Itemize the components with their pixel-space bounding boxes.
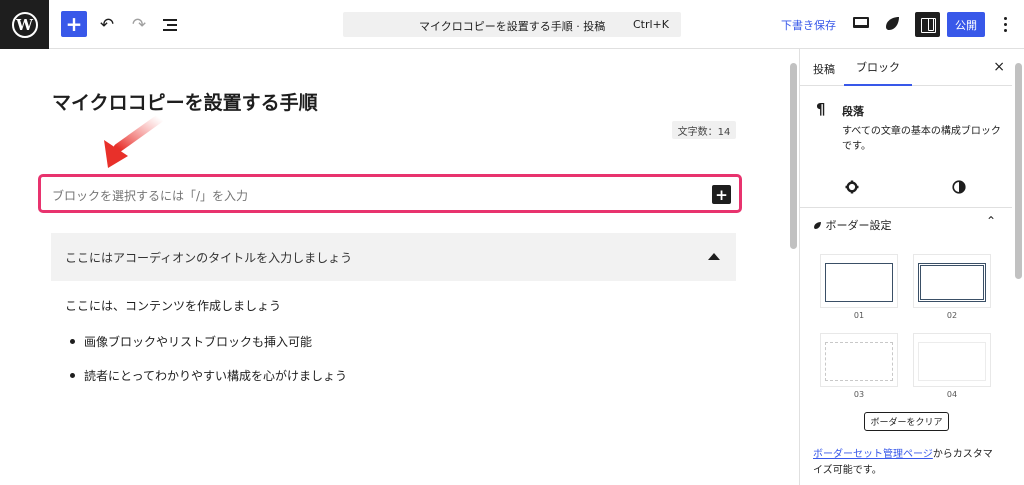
block-inserter-button[interactable]: +: [712, 185, 731, 204]
wordpress-logo-icon[interactable]: W: [0, 0, 49, 49]
block-card-title: 段落: [842, 105, 864, 118]
border-manage-link[interactable]: ボーダーセット管理ページ: [813, 449, 933, 460]
sidebar-tabs: 投稿 ブロック ×: [800, 49, 1013, 86]
gear-icon[interactable]: [845, 180, 859, 194]
undo-icon[interactable]: ↶: [96, 12, 118, 37]
tab-block[interactable]: ブロック: [844, 49, 912, 86]
styles-icon: [814, 222, 821, 229]
settings-sidebar: 投稿 ブロック × ¶ 段落 すべての文章の基本の構成ブロックです。 ボーダー設…: [799, 49, 1013, 485]
settings-panel-icon[interactable]: [915, 12, 940, 37]
preview-icon[interactable]: [853, 17, 869, 28]
inspector-subtabs: [800, 168, 1013, 208]
canvas-scrollbar[interactable]: [787, 49, 799, 485]
border-option-label: 01: [853, 311, 865, 320]
accordion-paragraph[interactable]: ここには、コンテンツを作成しましょう: [65, 297, 281, 314]
editor-canvas: マイクロコピーを設置する手順 文字数：14 ブロックを選択するには「/」を入力 …: [0, 49, 785, 485]
border-option-02[interactable]: [913, 254, 991, 308]
list-item[interactable]: 読者にとってわかりやすい構成を心がけましょう: [66, 367, 347, 401]
collapse-triangle-icon[interactable]: [708, 253, 720, 260]
accordion-title-bar[interactable]: ここにはアコーディオンのタイトルを入力しましょう: [51, 233, 736, 281]
border-settings-header[interactable]: ボーダー設定 ⌃: [813, 214, 996, 233]
tab-post[interactable]: 投稿: [813, 61, 835, 77]
scrollbar-thumb[interactable]: [1015, 63, 1022, 279]
accordion-title[interactable]: ここにはアコーディオンのタイトルを入力しましょう: [65, 249, 352, 266]
scrollbar-thumb[interactable]: [790, 63, 797, 249]
close-icon[interactable]: ×: [993, 59, 1005, 75]
border-option-label: 03: [853, 390, 865, 399]
block-card: ¶ 段落 すべての文章の基本の構成ブロックです。: [800, 86, 1013, 168]
publish-button[interactable]: 公開: [947, 12, 985, 37]
list-item[interactable]: 画像ブロックやリストブロックも挿入可能: [66, 333, 347, 367]
shortcut-hint: Ctrl+K: [632, 18, 669, 31]
add-block-button[interactable]: +: [61, 11, 87, 37]
editor-header: W + ↶ ↷ マイクロコピーを設置する手順 · 投稿 Ctrl+K 下書き保存…: [0, 0, 1024, 49]
redo-icon[interactable]: ↷: [128, 12, 150, 37]
border-manage-note: ボーダーセット管理ページからカスタマイズ可能です。: [813, 447, 1001, 479]
border-preview: [918, 263, 986, 302]
word-count-badge: 文字数：14: [672, 121, 736, 139]
save-draft-button[interactable]: 下書き保存: [781, 17, 836, 33]
accordion-list: 画像ブロックやリストブロックも挿入可能 読者にとってわかりやすい構成を心がけまし…: [66, 333, 347, 401]
border-option-label: 02: [946, 311, 958, 320]
block-card-description: すべての文章の基本の構成ブロックです。: [842, 126, 1001, 152]
sidebar-scrollbar[interactable]: [1012, 49, 1024, 485]
command-palette-button[interactable]: マイクロコピーを設置する手順 · 投稿 Ctrl+K: [343, 12, 681, 37]
chevron-up-icon[interactable]: ⌃: [986, 214, 996, 228]
pilcrow-icon: ¶: [816, 100, 826, 118]
border-option-04[interactable]: [913, 333, 991, 387]
post-title[interactable]: マイクロコピーを設置する手順: [52, 88, 318, 115]
border-preview: [825, 342, 893, 381]
styles-icon[interactable]: [884, 15, 901, 32]
wordpress-logo-letter: W: [11, 11, 38, 38]
more-options-icon[interactable]: [995, 12, 1015, 37]
block-placeholder-text: ブロックを選択するには「/」を入力: [52, 189, 249, 203]
empty-paragraph-block[interactable]: ブロックを選択するには「/」を入力 +: [38, 174, 742, 213]
document-title: マイクロコピーを設置する手順 · 投稿: [419, 20, 606, 33]
border-preview: [918, 342, 986, 381]
border-option-03[interactable]: [820, 333, 898, 387]
border-option-label: 04: [946, 390, 958, 399]
border-option-01[interactable]: [820, 254, 898, 308]
list-view-icon[interactable]: [159, 12, 181, 37]
arrow-annotation-icon: [104, 113, 165, 168]
border-preview: [825, 263, 893, 302]
clear-border-button[interactable]: ボーダーをクリア: [864, 412, 949, 431]
border-settings-title: ボーダー設定: [825, 219, 892, 232]
contrast-icon[interactable]: [952, 180, 966, 194]
